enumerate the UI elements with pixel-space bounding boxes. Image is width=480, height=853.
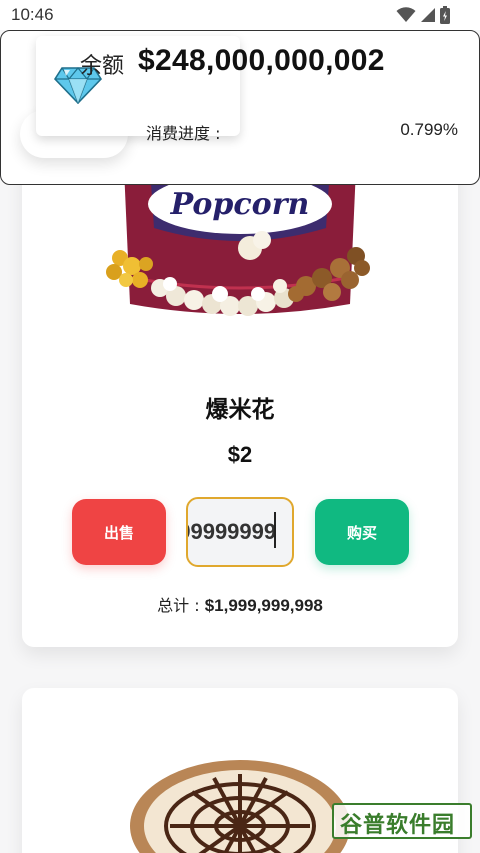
status-time: 10:46 (11, 5, 54, 24)
sell-button[interactable]: 出售 (72, 499, 166, 565)
buy-button[interactable]: 购买 (315, 499, 409, 565)
wifi-icon (396, 7, 416, 22)
watermark-text: 谷普软件园 (340, 813, 456, 838)
balance-value: $248,000,000,002 (138, 44, 385, 77)
text-cursor (274, 512, 276, 548)
total-row: 总计 : $1,999,999,998 (22, 592, 458, 616)
product-price: $2 (227, 442, 253, 467)
coffee-image (130, 760, 350, 853)
balance-label: 余额 (80, 54, 125, 79)
status-bar: 10:46 (0, 0, 480, 30)
watermark-logo: 谷普软件园 (332, 803, 472, 841)
product-card: Popcorn 爆米花 $2 出售 购买 总计 : $1,999,999,998 (22, 150, 458, 647)
total-value: $1,999,999,998 (204, 596, 323, 615)
product-name: 爆米花 (205, 397, 275, 423)
popcorn-image: Popcorn (106, 168, 370, 316)
popcorn-logo-text: Popcorn (170, 187, 310, 222)
total-label: 总计 : (157, 596, 200, 615)
progress-value: 0.799% (400, 120, 458, 139)
battery-icon (440, 6, 450, 24)
progress-label: 消费进度 : (146, 124, 221, 143)
status-icons (396, 6, 450, 24)
cellular-signal-icon (421, 8, 435, 22)
quantity-input[interactable] (186, 497, 294, 567)
